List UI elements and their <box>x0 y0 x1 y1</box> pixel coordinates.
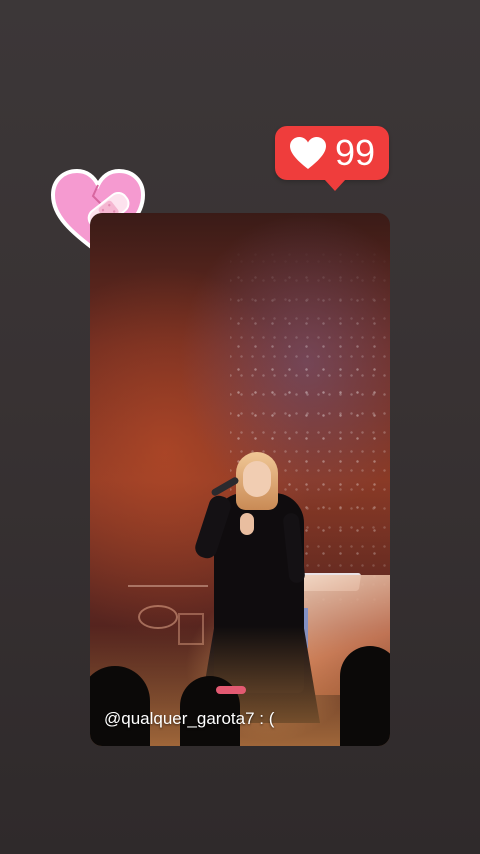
story-indicator <box>216 686 246 694</box>
heart-icon <box>289 137 326 169</box>
crowd-head <box>340 646 390 746</box>
story-photo[interactable] <box>90 213 390 746</box>
story-caption: @qualquer_garota7 : ( <box>104 709 275 728</box>
crowd-head <box>90 666 150 746</box>
like-count: 99 <box>334 132 376 173</box>
like-count-sticker[interactable]: 99 <box>275 126 389 191</box>
